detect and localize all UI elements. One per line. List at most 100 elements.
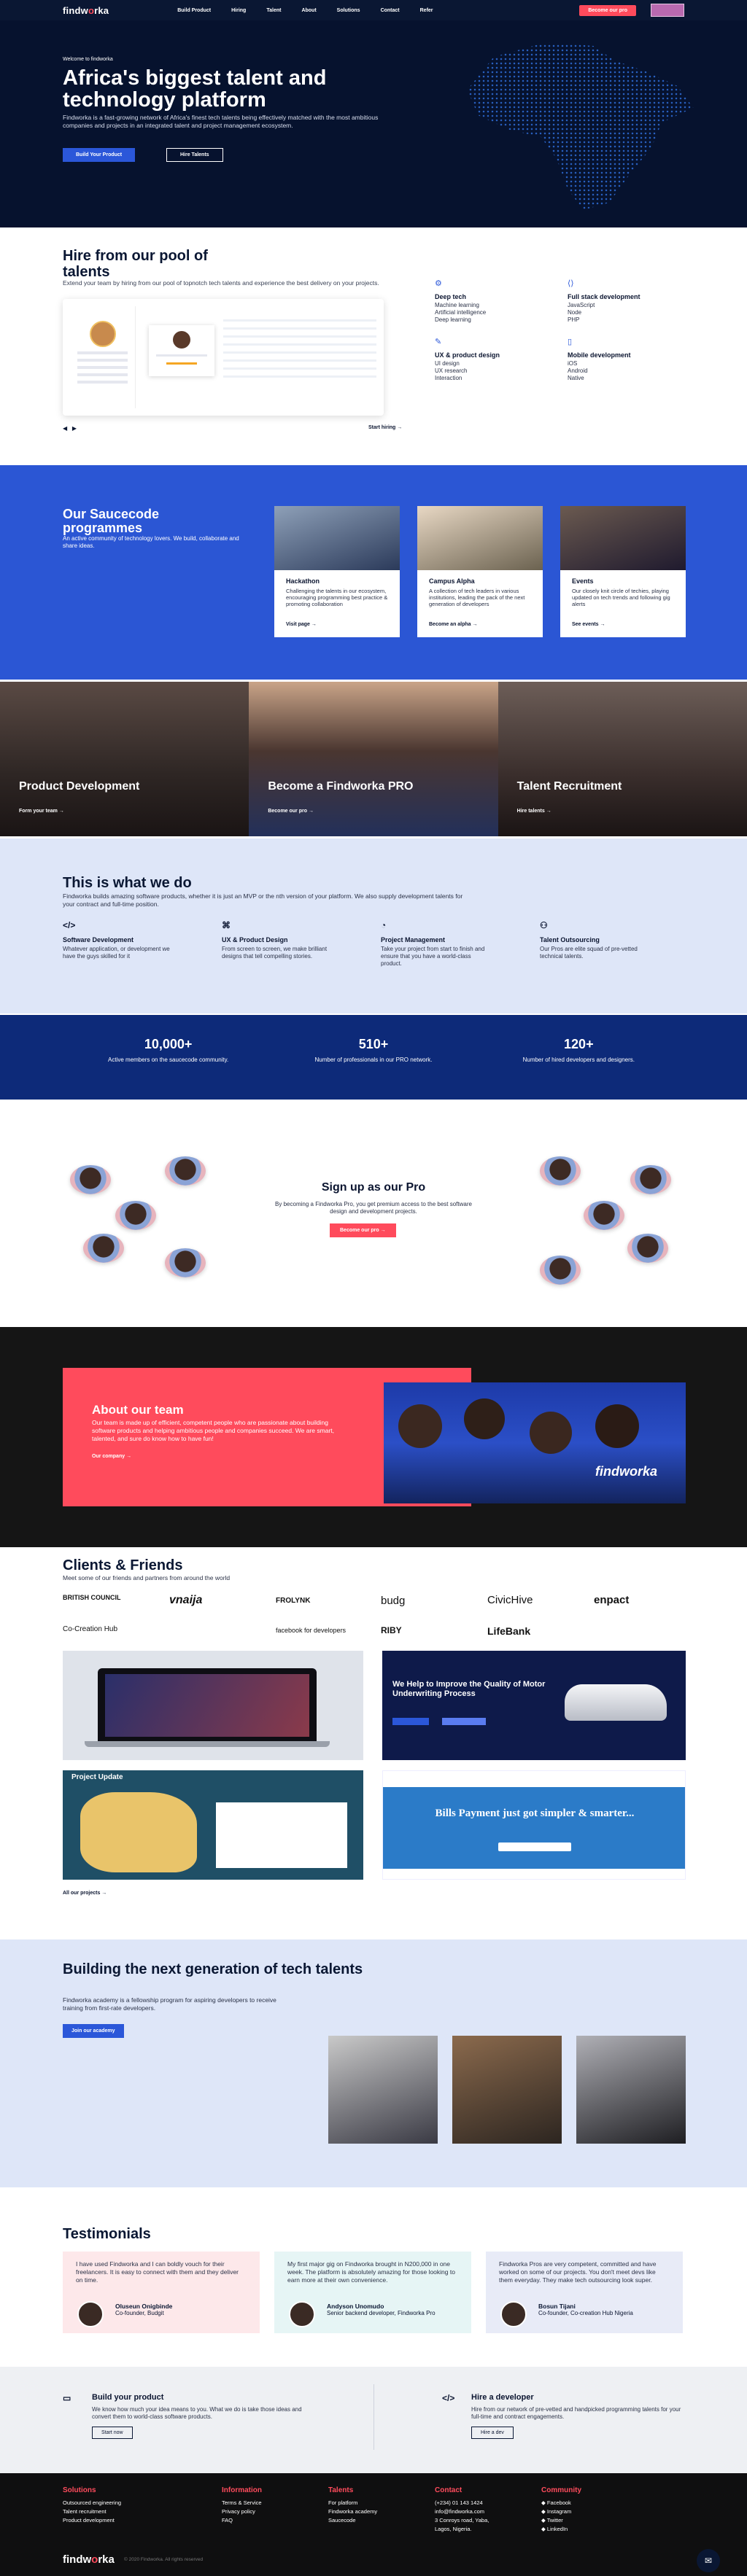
start-now-button[interactable]: Start now (92, 2427, 133, 2439)
avatar (584, 1201, 624, 1230)
nav-profile-thumbnail[interactable] (651, 4, 684, 17)
build-product-button[interactable]: Build Your Product (63, 148, 136, 162)
client-logo-riby: RIBY (381, 1625, 402, 1635)
see-events-link[interactable]: See events → (572, 622, 605, 627)
become-pro-button[interactable]: Become our pro → (330, 1223, 396, 1237)
product-development-tile[interactable]: Product Development Form your team → (0, 682, 249, 836)
become-pro-nav-button[interactable]: Become our pro (579, 4, 636, 16)
hero-title: Africa's biggest talent and technology p… (63, 66, 327, 112)
clients-description: Meet some of our friends and partners fr… (63, 1574, 231, 1581)
findworka-pro-tile[interactable]: Become a Findworka PRO Become our pro → (249, 682, 498, 836)
events-photo (560, 506, 686, 570)
talent-dashboard-mockup (63, 299, 384, 416)
chat-icon[interactable]: ✉ (697, 2549, 720, 2572)
avatar (83, 1234, 124, 1263)
mobile-icon: ▯ (568, 338, 573, 346)
stat-hired: 120+ Number of hired developers and desig… (522, 1037, 635, 1063)
hire-talents-link[interactable]: Hire talents → (517, 809, 551, 814)
nav-menu: Build Product Hiring Talent About Soluti… (177, 8, 433, 13)
pro-title: Sign up as our Pro (321, 1181, 426, 1194)
prev-arrow-icon[interactable]: ◀ (63, 425, 67, 432)
academy-photo-1 (328, 2036, 438, 2144)
category-full-stack: ⟨⟩ Full stack development JavaScript Node… (568, 279, 640, 323)
what-we-do-section: This is what we do Findworka builds amaz… (0, 838, 747, 1013)
saucecode-description: An active community of technology lovers… (63, 535, 239, 549)
form-team-link[interactable]: Form your team → (19, 809, 64, 814)
project-bills-payment[interactable]: Bills Payment just got simpler & smarter… (382, 1770, 686, 1880)
testimonial-card: My first major gig on Findworka brought … (274, 2252, 471, 2333)
stat-professionals: 510+ Number of professionals in our PRO n… (314, 1037, 433, 1063)
avatar (289, 2301, 315, 2327)
client-logo-budgit: budg (381, 1595, 406, 1607)
testimonial-card: Findworka Pros are very competent, commi… (486, 2252, 683, 2333)
about-title: About our team (92, 1403, 184, 1417)
avatar (540, 1256, 581, 1285)
nav-item-solutions[interactable]: Solutions (337, 8, 360, 13)
hero-welcome: Welcome to findworka (63, 57, 113, 62)
campus-alpha-card[interactable]: Campus Alpha A collection of tech leaders… (417, 506, 543, 637)
code-icon: ⟨⟩ (568, 279, 574, 288)
nav-item-build-product[interactable]: Build Product (177, 8, 211, 13)
copyright: © 2020 Findworka. All rights reserved (124, 2557, 204, 2562)
what-we-do-description: Findworka builds amazing software produc… (63, 892, 463, 908)
our-company-link[interactable]: Our company → (92, 1454, 131, 1459)
carousel-controls: ◀ ▶ (63, 425, 77, 432)
about-description: Our team is made up of efficient, compet… (92, 1419, 335, 1442)
client-logo-frolynk: FROLYNK (276, 1597, 311, 1605)
code-icon: </> (63, 920, 76, 930)
next-arrow-icon[interactable]: ▶ (72, 425, 77, 432)
footer-col-talents: Talents For platform Findworka academy Sau… (328, 2486, 378, 2524)
footer-col-solutions: Solutions Outsourced engineering Talent r… (63, 2486, 122, 2524)
saucecode-section: Our Saucecode programmes An active commu… (0, 465, 747, 680)
twitter-link[interactable]: ◆ Twitter (541, 2516, 581, 2525)
code-icon: </> (442, 2393, 455, 2403)
nav-item-contact[interactable]: Contact (381, 8, 400, 13)
talent-recruitment-tile[interactable]: Talent Recruitment Hire talents → (498, 682, 747, 836)
become-alpha-link[interactable]: Become an alpha → (429, 622, 478, 627)
academy-photo-2 (452, 2036, 562, 2144)
nav-item-hiring[interactable]: Hiring (231, 8, 246, 13)
pro-signup-section: Sign up as our Pro By becoming a Findwor… (0, 1102, 747, 1326)
footer: Solutions Outsourced engineering Talent r… (0, 2473, 747, 2576)
project-laptop-screenshot[interactable] (63, 1651, 363, 1760)
footer-col-information: Information Terms & Service Privacy polic… (222, 2486, 262, 2524)
all-projects-link[interactable]: All our projects → (63, 1891, 107, 1896)
testimonial-card: I have used Findworka and I can boldly v… (63, 2252, 260, 2333)
join-academy-button[interactable]: Join our academy (63, 2024, 124, 2038)
avatar (500, 2301, 527, 2327)
africa-map-dots (467, 42, 694, 210)
hackathon-card[interactable]: Hackathon Challenging the talents in our … (274, 506, 400, 637)
project-motor-underwriting[interactable]: We Help to Improve the Quality of Motor … (382, 1651, 686, 1760)
stats-section: 10,000+ Active members on the saucecode c… (0, 1015, 747, 1100)
start-hiring-link[interactable]: Start hiring → (368, 425, 402, 430)
linkedin-link[interactable]: ◆ LinkedIn (541, 2525, 581, 2534)
logo[interactable]: findworka (63, 5, 109, 16)
hire-talents-button[interactable]: Hire Talents (166, 148, 223, 162)
visit-page-link[interactable]: Visit page → (286, 622, 317, 627)
campus-alpha-photo (417, 506, 543, 570)
academy-description: Findworka academy is a fellowship progra… (63, 1996, 276, 2012)
about-section: About our team Our team is made up of ef… (0, 1327, 747, 1547)
nav-item-talent[interactable]: Talent (266, 8, 281, 13)
project-tracka[interactable]: Project Update (63, 1770, 363, 1880)
stat-community: 10,000+ Active members on the saucecode c… (108, 1037, 229, 1063)
nav-item-about[interactable]: About (301, 8, 316, 13)
footer-logo[interactable]: findworka (63, 2553, 115, 2566)
service-ux-design: ⌘ UX & Product Design From screen to scre… (222, 920, 331, 960)
laptop-icon: ▭ (63, 2393, 71, 2403)
service-software-development: </> Software Development Whatever applica… (63, 920, 172, 960)
nav-item-refer[interactable]: Refer (420, 8, 433, 13)
footer-col-community: Community ◆ Facebook ◆ Instagram ◆ Twitt… (541, 2486, 581, 2534)
brain-icon: ⚙ (435, 279, 442, 288)
hire-dev-button[interactable]: Hire a dev (471, 2427, 514, 2439)
become-pro-link[interactable]: Become our pro → (268, 809, 314, 814)
pro-description: By becoming a Findworka Pro, you get pre… (275, 1201, 472, 1215)
facebook-link[interactable]: ◆ Facebook (541, 2499, 581, 2507)
client-logo-cchub: Co-Creation Hub (63, 1625, 118, 1633)
saucecode-title: Our Saucecode programmes (63, 507, 160, 535)
cta-section: ▭ Build your product We know how much you… (0, 2367, 747, 2473)
hero-section: Welcome to findworka Africa's biggest ta… (0, 20, 747, 227)
events-card[interactable]: Events Our closely knit circle of techies… (560, 506, 686, 637)
instagram-link[interactable]: ◆ Instagram (541, 2507, 581, 2516)
avatar (115, 1201, 156, 1230)
